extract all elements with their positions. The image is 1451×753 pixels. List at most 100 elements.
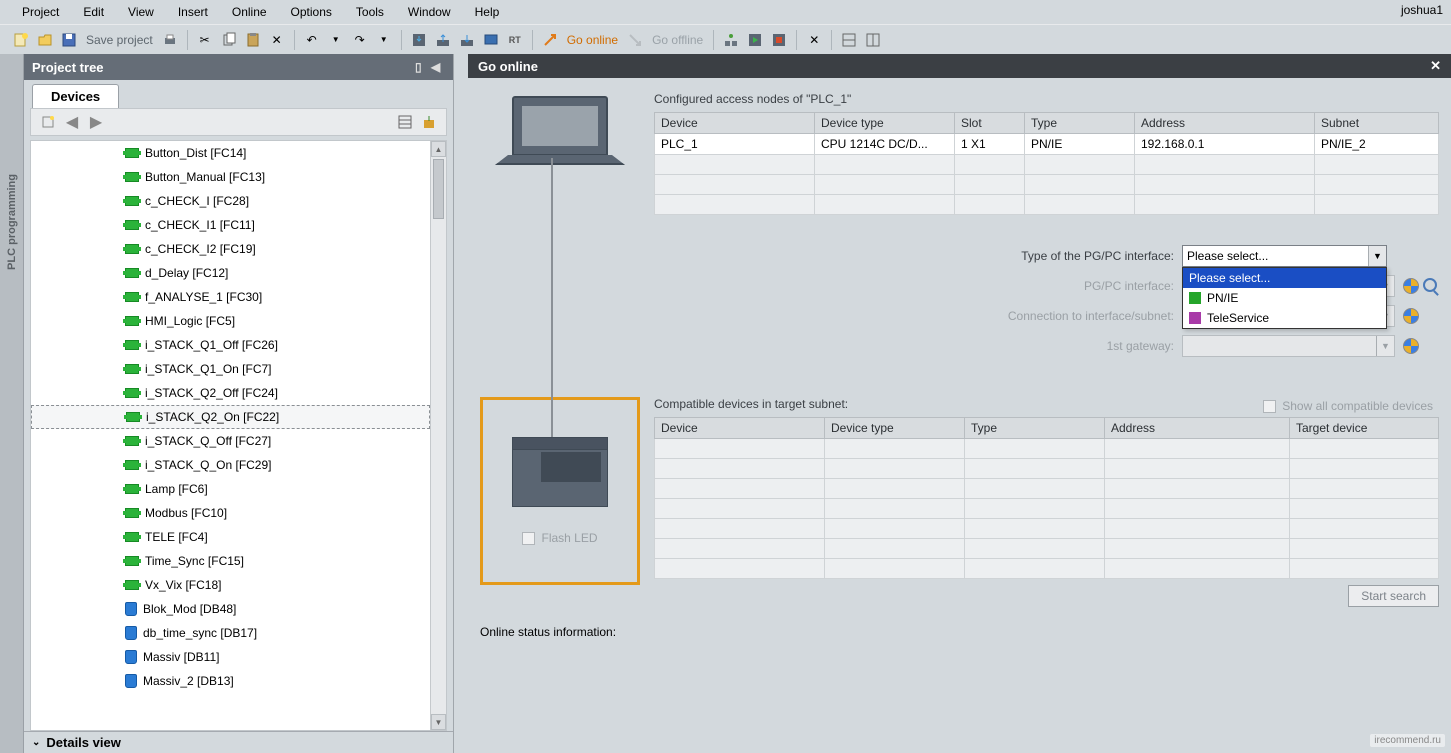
th-subnet[interactable]: Subnet <box>1315 113 1439 134</box>
tree-item[interactable]: c_CHECK_I1 [FC11] <box>31 213 430 237</box>
dropdown-arrow-icon[interactable]: ▼ <box>1368 246 1386 266</box>
redo-icon[interactable]: ↷ <box>349 29 371 51</box>
tree-item[interactable]: Blok_Mod [DB48] <box>31 597 430 621</box>
combo-type-pgpc[interactable]: Please select... ▼ <box>1182 245 1387 267</box>
open-project-icon[interactable] <box>34 29 56 51</box>
stop-cpu-icon[interactable] <box>768 29 790 51</box>
go-offline-icon[interactable] <box>624 29 646 51</box>
tree-fwd-icon[interactable]: ▶ <box>85 111 107 133</box>
paste-icon[interactable] <box>242 29 264 51</box>
table-row[interactable]: PLC_1 CPU 1214C DC/D... 1 X1 PN/IE 192.1… <box>655 134 1439 155</box>
tree-item[interactable]: i_STACK_Q_On [FC29] <box>31 453 430 477</box>
tree-item[interactable]: i_STACK_Q1_On [FC7] <box>31 357 430 381</box>
tab-devices[interactable]: Devices <box>32 84 119 108</box>
split-h-icon[interactable] <box>838 29 860 51</box>
delete-icon[interactable]: ✕ <box>266 29 288 51</box>
type-pgpc-dropdown[interactable]: Please select... PN/IE TeleService <box>1182 267 1387 329</box>
pin-icon[interactable]: ▯ <box>415 60 429 74</box>
th-device-type[interactable]: Device type <box>815 113 955 134</box>
shield-icon[interactable] <box>1403 338 1419 354</box>
tree-item[interactable]: TELE [FC4] <box>31 525 430 549</box>
collapse-left-icon[interactable]: ◀ <box>431 60 445 74</box>
print-icon[interactable] <box>159 29 181 51</box>
hmi-icon[interactable] <box>480 29 502 51</box>
th2-device-type[interactable]: Device type <box>825 418 965 439</box>
tree-item[interactable]: db_time_sync [DB17] <box>31 621 430 645</box>
save-project-label[interactable]: Save project <box>82 33 157 47</box>
tree-view-mode-icon[interactable] <box>394 111 416 133</box>
scroll-down-icon[interactable]: ▼ <box>431 714 446 730</box>
menu-insert[interactable]: Insert <box>166 2 220 22</box>
upload-1-icon[interactable] <box>432 29 454 51</box>
close-icon[interactable]: ✕ <box>1430 58 1441 74</box>
start-cpu-icon[interactable] <box>744 29 766 51</box>
new-project-icon[interactable] <box>10 29 32 51</box>
save-icon[interactable] <box>58 29 80 51</box>
tree-item[interactable]: c_CHECK_I [FC28] <box>31 189 430 213</box>
scroll-up-icon[interactable]: ▲ <box>431 141 446 157</box>
tree-item[interactable]: i_STACK_Q2_Off [FC24] <box>31 381 430 405</box>
shield-icon[interactable] <box>1403 308 1419 324</box>
fc-icon <box>125 484 139 494</box>
menu-project[interactable]: Project <box>10 2 71 22</box>
rt-icon[interactable]: RT <box>504 29 526 51</box>
search-icon[interactable] <box>1423 278 1439 294</box>
tree-item[interactable]: i_STACK_Q_Off [FC27] <box>31 429 430 453</box>
th-device[interactable]: Device <box>655 113 815 134</box>
go-online-icon[interactable] <box>539 29 561 51</box>
shield-icon[interactable] <box>1403 278 1419 294</box>
tree-item[interactable]: Button_Manual [FC13] <box>31 165 430 189</box>
tree-scrollbar[interactable]: ▲ ▼ <box>430 141 446 730</box>
th-slot[interactable]: Slot <box>955 113 1025 134</box>
tree-sync-icon[interactable] <box>418 111 440 133</box>
dd-item-pnie[interactable]: PN/IE <box>1183 288 1386 308</box>
tree-item[interactable]: f_ANALYSE_1 [FC30] <box>31 285 430 309</box>
dd-item-please-select[interactable]: Please select... <box>1183 268 1386 288</box>
tree-item[interactable]: d_Delay [FC12] <box>31 261 430 285</box>
menu-tools[interactable]: Tools <box>344 2 396 22</box>
undo-dropdown-icon[interactable]: ▼ <box>325 29 347 51</box>
menu-view[interactable]: View <box>116 2 166 22</box>
tree-item[interactable]: c_CHECK_I2 [FC19] <box>31 237 430 261</box>
accessible-devices-icon[interactable] <box>720 29 742 51</box>
download-icon[interactable] <box>408 29 430 51</box>
tree-new-icon[interactable] <box>37 111 59 133</box>
th2-target[interactable]: Target device <box>1290 418 1439 439</box>
dd-item-teleservice[interactable]: TeleService <box>1183 308 1386 328</box>
th2-device[interactable]: Device <box>655 418 825 439</box>
copy-icon[interactable] <box>218 29 240 51</box>
tree-item[interactable]: Massiv [DB11] <box>31 645 430 669</box>
cut-icon[interactable]: ✂ <box>194 29 216 51</box>
tree-item[interactable]: Lamp [FC6] <box>31 477 430 501</box>
tree-item[interactable]: Button_Dist [FC14] <box>31 141 430 165</box>
tree-item[interactable]: Massiv_2 [DB13] <box>31 669 430 693</box>
split-v-icon[interactable] <box>862 29 884 51</box>
details-view-bar[interactable]: ⌄ Details view <box>24 731 453 753</box>
th2-type[interactable]: Type <box>965 418 1105 439</box>
redo-dropdown-icon[interactable]: ▼ <box>373 29 395 51</box>
upload-2-icon[interactable] <box>456 29 478 51</box>
th-address[interactable]: Address <box>1135 113 1315 134</box>
tree-item-label: d_Delay [FC12] <box>145 266 228 280</box>
side-tab-plc-programming[interactable]: PLC programming <box>0 54 24 753</box>
menu-edit[interactable]: Edit <box>71 2 116 22</box>
menu-online[interactable]: Online <box>220 2 279 22</box>
scroll-thumb[interactable] <box>433 159 444 219</box>
menu-window[interactable]: Window <box>396 2 463 22</box>
undo-icon[interactable]: ↶ <box>301 29 323 51</box>
tree-back-icon[interactable]: ◀ <box>61 111 83 133</box>
go-online-label[interactable]: Go online <box>563 33 622 47</box>
th2-address[interactable]: Address <box>1105 418 1290 439</box>
tree-item-label: Vx_Vix [FC18] <box>145 578 221 592</box>
tree-item[interactable]: i_STACK_Q1_Off [FC26] <box>31 333 430 357</box>
tree-item[interactable]: Modbus [FC10] <box>31 501 430 525</box>
tree-item[interactable]: HMI_Logic [FC5] <box>31 309 430 333</box>
tree-item-label: HMI_Logic [FC5] <box>145 314 235 328</box>
tree-item[interactable]: i_STACK_Q2_On [FC22] <box>31 405 430 429</box>
tree-item[interactable]: Vx_Vix [FC18] <box>31 573 430 597</box>
menu-help[interactable]: Help <box>463 2 512 22</box>
menu-options[interactable]: Options <box>279 2 344 22</box>
th-type[interactable]: Type <box>1025 113 1135 134</box>
cross-ref-icon[interactable]: ✕ <box>803 29 825 51</box>
tree-item[interactable]: Time_Sync [FC15] <box>31 549 430 573</box>
